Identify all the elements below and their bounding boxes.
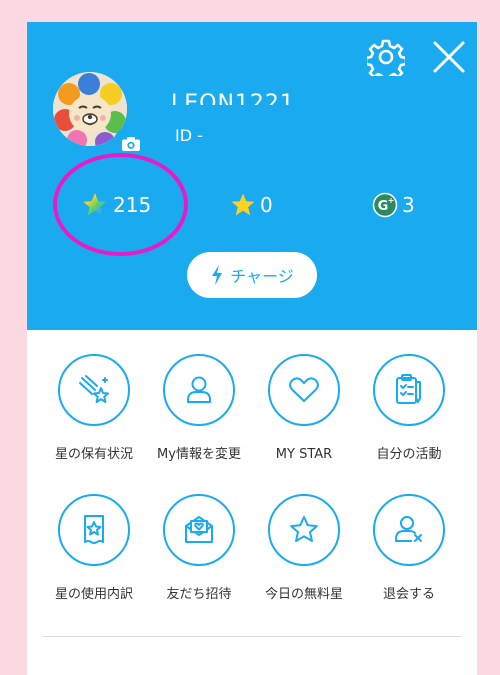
- g-points-value: 3: [402, 193, 415, 217]
- menu-item-invite-friends[interactable]: 友だち招待: [149, 470, 249, 602]
- menu-item-circle: [268, 354, 340, 426]
- menu-item-circle: [373, 494, 445, 566]
- settings-gear-icon[interactable]: [364, 38, 408, 83]
- menu-item-circle: [58, 354, 130, 426]
- yellow-star-icon: [231, 193, 255, 216]
- my-page-panel: LEON1221 ID - 215 0 G + 3 チャージ 星の保有状況 My…: [27, 22, 477, 675]
- menu-item-circle: [268, 494, 340, 566]
- menu-item-circle: [373, 354, 445, 426]
- user-id-label: ID -: [175, 126, 203, 145]
- divider: [43, 636, 461, 637]
- g-coin-icon: G +: [372, 192, 398, 218]
- username: LEON1221: [171, 81, 321, 106]
- username-text: LEON1221: [171, 91, 295, 106]
- invite-letter-icon: [185, 516, 213, 543]
- menu-item-my-activity[interactable]: 自分の活動: [359, 330, 459, 462]
- shooting-star-icon: [79, 375, 109, 403]
- menu-grid: 星の保有状況 My情報を変更 MY STAR 自分の活動 星の使用内訳 友だち招…: [27, 330, 477, 630]
- menu-item-label: My情報を変更: [157, 447, 241, 462]
- menu-item-free-star-today[interactable]: 今日の無料星: [254, 470, 354, 602]
- clipboard-icon: [396, 374, 421, 404]
- menu-item-withdraw[interactable]: 退会する: [359, 470, 459, 602]
- charge-button[interactable]: チャージ: [187, 252, 317, 298]
- menu-item-circle: [163, 494, 235, 566]
- menu-item-circle: [58, 494, 130, 566]
- stars-value: 0: [260, 193, 273, 217]
- menu-item-label: 今日の無料星: [264, 587, 343, 602]
- user-icon: [187, 376, 211, 403]
- user-remove-icon: [395, 516, 422, 542]
- menu-item-label: 退会する: [382, 587, 435, 602]
- stars-stat[interactable]: 0: [230, 191, 273, 219]
- close-icon[interactable]: [431, 39, 467, 75]
- menu-item-star-usage[interactable]: 星の使用内訳: [44, 470, 144, 602]
- menu-item-star-holdings[interactable]: 星の保有状況: [44, 330, 144, 462]
- menu-item-label: MY STAR: [275, 447, 333, 462]
- menu-item-label: 自分の活動: [376, 447, 442, 462]
- menu-item-label: 星の使用内訳: [54, 587, 133, 602]
- charge-button-label: チャージ: [230, 267, 294, 286]
- heart-icon: [289, 377, 319, 402]
- star-outline-icon: [290, 516, 318, 542]
- g-points-stat[interactable]: G + 3: [372, 191, 415, 219]
- highlight-circle-annotation: [53, 153, 188, 256]
- menu-item-label: 星の保有状況: [54, 447, 133, 462]
- menu-item-label: 友だち招待: [166, 587, 232, 602]
- svg-text:+: +: [388, 196, 395, 205]
- lightning-icon: [212, 265, 223, 285]
- menu-item-edit-my-info[interactable]: My情報を変更: [149, 330, 249, 462]
- receipt-icon: [84, 515, 104, 544]
- menu-item-circle: [163, 354, 235, 426]
- menu-item-my-star[interactable]: MY STAR: [254, 330, 354, 462]
- profile-header: LEON1221 ID - 215 0 G + 3 チャージ: [27, 22, 477, 330]
